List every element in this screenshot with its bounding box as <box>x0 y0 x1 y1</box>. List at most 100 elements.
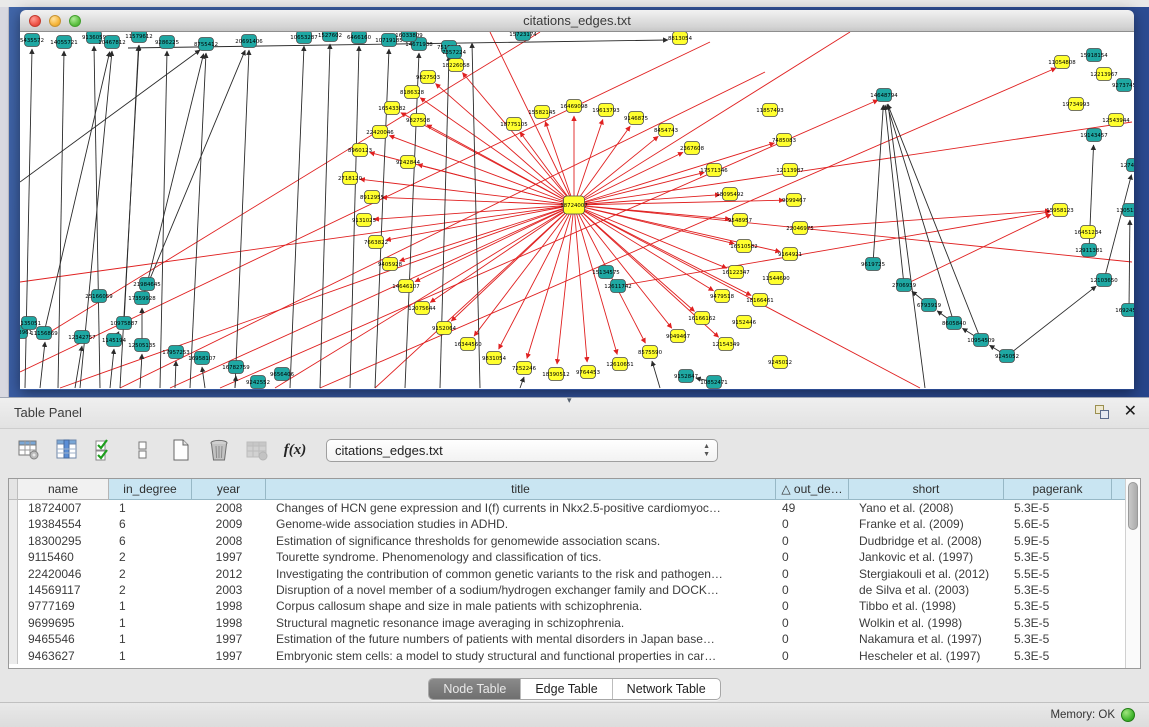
graph-node[interactable]: 16451234 <box>1074 226 1102 239</box>
scrollbar-thumb[interactable] <box>1128 482 1138 530</box>
table-row[interactable]: 1872400712008Changes of HCN gene express… <box>9 500 1140 516</box>
graph-node[interactable]: 9099467 <box>782 194 806 207</box>
graph-node[interactable]: 12543944 <box>1102 114 1130 127</box>
graph-node[interactable]: 19613793 <box>592 104 619 117</box>
column-header-name[interactable]: name <box>18 479 109 500</box>
graph-node[interactable]: 19143457 <box>1080 129 1107 142</box>
minimize-window-icon[interactable] <box>49 15 61 27</box>
graph-node[interactable]: 17359928 <box>128 292 156 305</box>
graph-node[interactable]: 2367608 <box>680 142 705 155</box>
table-row[interactable]: 946362711997Embryonic stem cells: a mode… <box>9 648 1140 664</box>
graph-node[interactable]: 9286225 <box>155 36 179 49</box>
graph-node[interactable]: 10975887 <box>110 317 137 330</box>
graph-node[interactable]: 17957253 <box>162 346 189 359</box>
graph-node[interactable]: 12743457 <box>1120 159 1134 172</box>
table-scrollbar[interactable] <box>1125 479 1140 668</box>
graph-node[interactable]: 12103650 <box>1090 274 1118 287</box>
table-row[interactable]: 1830029562008Estimation of significance … <box>9 533 1140 549</box>
graph-node[interactable]: 9245012 <box>768 356 792 369</box>
column-header-year[interactable]: year <box>192 479 266 500</box>
graph-node[interactable]: 8454743 <box>654 124 678 137</box>
graph-node[interactable]: 18095492 <box>716 188 743 201</box>
graph-node[interactable]: 16958107 <box>188 352 215 365</box>
column-header-short[interactable]: short <box>849 479 1004 500</box>
table-row[interactable]: 911546021997Tourette syndrome. Phenomeno… <box>9 549 1140 565</box>
delete-column-button[interactable] <box>206 437 232 463</box>
tab-edge-table[interactable]: Edge Table <box>521 679 612 699</box>
graph-node[interactable]: 9827503 <box>416 71 440 84</box>
graph-node[interactable]: 8755412 <box>194 38 218 51</box>
column-header-title[interactable]: title <box>266 479 776 500</box>
table-row[interactable]: 946554611997Estimation of the future num… <box>9 631 1140 647</box>
deselect-all-button[interactable] <box>130 437 156 463</box>
column-header-out-degree[interactable]: △ out_de… <box>776 479 849 500</box>
graph-node[interactable]: 6793919 <box>917 299 942 312</box>
graph-node[interactable]: 9146875 <box>624 112 648 125</box>
graph-node[interactable]: 12610651 <box>606 358 633 371</box>
graph-node[interactable]: 16469098 <box>560 100 588 113</box>
memory-ok-icon[interactable] <box>1121 708 1135 722</box>
close-window-icon[interactable] <box>29 15 41 27</box>
graph-node[interactable]: 15723174 <box>509 32 537 41</box>
graph-node[interactable]: 16924502 <box>1115 304 1134 317</box>
select-all-button[interactable] <box>92 437 118 463</box>
new-column-button[interactable] <box>168 437 194 463</box>
graph-node[interactable]: 7252246 <box>512 362 537 375</box>
select-columns-button[interactable] <box>54 437 80 463</box>
graph-node[interactable]: 18724007 <box>560 196 587 214</box>
graph-node[interactable]: 9131025 <box>352 214 376 227</box>
window-titlebar[interactable]: citations_edges.txt <box>20 10 1134 32</box>
graph-node[interactable]: 8960123 <box>348 144 372 157</box>
graph-node[interactable]: 9273745 <box>1112 79 1134 92</box>
graph-node[interactable]: 18226058 <box>442 59 470 72</box>
graph-node[interactable]: 22046975 <box>786 222 813 235</box>
close-panel-icon[interactable]: ✕ <box>1124 403 1137 421</box>
graph-node[interactable]: 16543382 <box>378 102 405 115</box>
graph-node[interactable]: 14648794 <box>870 89 898 102</box>
graph-node[interactable]: 18775105 <box>500 118 527 131</box>
delete-table-button[interactable] <box>244 437 270 463</box>
graph-node[interactable]: 19734993 <box>1062 98 1089 111</box>
graph-node[interactable]: 10653287 <box>290 32 317 44</box>
graph-node[interactable]: 22420046 <box>366 126 394 139</box>
graph-node[interactable]: 10852471 <box>700 376 727 389</box>
graph-node[interactable]: 8813054 <box>668 32 693 45</box>
graph-node[interactable]: 9827508 <box>406 114 431 127</box>
graph-node[interactable]: 10954509 <box>967 334 995 347</box>
graph-node[interactable]: 9245052 <box>995 350 1019 363</box>
graph-node[interactable]: 17571346 <box>700 164 728 177</box>
graph-node[interactable]: 8575590 <box>638 346 663 359</box>
graph-node[interactable]: 9548957 <box>728 214 752 227</box>
graph-node[interactable]: 13051234 <box>1116 204 1134 217</box>
table-row[interactable]: 977716911998Corpus callosum shape and si… <box>9 598 1140 614</box>
graph-node[interactable]: 11054808 <box>1048 56 1076 69</box>
zoom-window-icon[interactable] <box>69 15 81 27</box>
graph-node[interactable]: 9164921 <box>778 248 802 261</box>
table-selector-dropdown[interactable]: citations_edges.txt ▲▼ <box>326 439 718 462</box>
network-canvas[interactable]: 18724007 18226058 9827503 8186328 165433… <box>20 32 1134 389</box>
graph-node[interactable]: 6466160 <box>347 32 372 44</box>
graph-node[interactable]: 16344560 <box>454 338 482 351</box>
graph-node[interactable]: 12213967 <box>1090 68 1117 81</box>
table-row[interactable]: 1938455462009Genome-wide association stu… <box>9 516 1140 532</box>
tab-network-table[interactable]: Network Table <box>613 679 720 699</box>
graph-node[interactable]: 9619725 <box>861 258 885 271</box>
graph-node[interactable]: 21984645 <box>133 278 160 291</box>
graph-node[interactable]: 20691406 <box>235 35 263 48</box>
graph-node[interactable]: 9152847 <box>674 370 698 383</box>
graph-node[interactable]: 12611742 <box>604 280 631 293</box>
graph-node[interactable]: 9152446 <box>732 316 757 329</box>
table-row[interactable]: 2242004622012Investigating the contribut… <box>9 566 1140 582</box>
graph-node[interactable]: 9764453 <box>576 366 600 379</box>
float-panel-icon[interactable] <box>1094 404 1110 420</box>
column-header-pagerank[interactable]: pagerank <box>1004 479 1112 500</box>
graph-node[interactable]: 2718120 <box>338 172 363 185</box>
graph-node[interactable]: 8912955 <box>360 191 384 204</box>
graph-node[interactable]: 12342757 <box>68 331 95 344</box>
graph-node[interactable]: 11857493 <box>756 104 783 117</box>
graph-node[interactable]: 1527602 <box>318 32 342 42</box>
graph-node[interactable]: 8186328 <box>400 86 425 99</box>
graph-node[interactable]: 12154349 <box>712 338 740 351</box>
graph-node[interactable]: 9242552 <box>246 376 270 389</box>
graph-node[interactable]: 14055721 <box>50 36 77 49</box>
